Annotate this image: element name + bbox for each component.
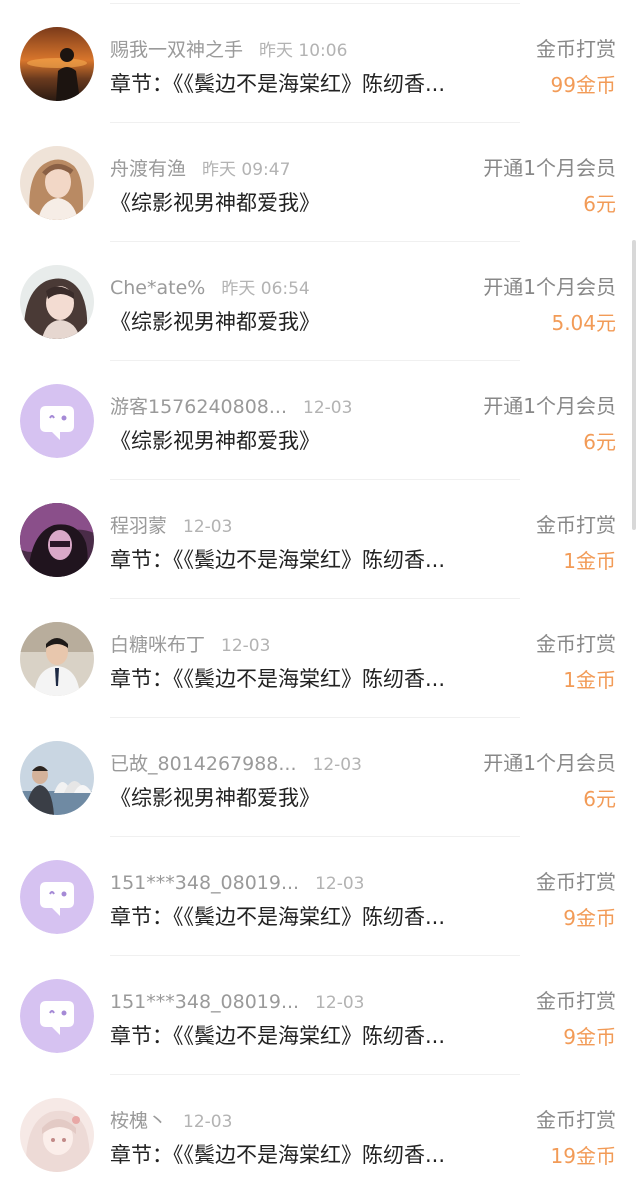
name-line: 151***348_08019... 12-03 <box>110 869 470 897</box>
timestamp: 12-03 <box>312 755 362 775</box>
timestamp: 12-03 <box>221 636 271 656</box>
list-item[interactable]: 游客1576240808... 12-03 《综影视男神都爱我》 开通1个月会员 … <box>0 361 640 480</box>
name-line: Che*ate% 昨天 06:54 <box>110 274 470 302</box>
reward-type: 金币打赏 <box>536 513 616 537</box>
reward-amount: 9金币 <box>563 1025 616 1049</box>
user-name[interactable]: 赐我一双神之手 <box>110 39 243 61</box>
timestamp: 昨天 10:06 <box>259 41 348 61</box>
item-content: 章节：《《鬓边不是海棠红》陈纫香... <box>110 72 446 96</box>
avatar[interactable] <box>20 503 94 577</box>
name-line: 桉槐丶 12-03 <box>110 1107 470 1135</box>
user-name[interactable]: 舟渡有渔 <box>110 158 186 180</box>
default-avatar[interactable] <box>20 979 94 1053</box>
user-name[interactable]: 程羽蒙 <box>110 515 167 537</box>
default-avatar[interactable] <box>20 384 94 458</box>
item-content: 《综影视男神都爱我》 <box>110 429 320 453</box>
user-name[interactable]: 已故_8014267988... <box>110 753 297 775</box>
reward-amount: 1金币 <box>563 668 616 692</box>
reward-type: 金币打赏 <box>536 989 616 1013</box>
reward-type: 金币打赏 <box>536 37 616 61</box>
reward-amount: 9金币 <box>563 906 616 930</box>
timestamp: 12-03 <box>315 874 365 894</box>
avatar[interactable] <box>20 1098 94 1172</box>
reward-amount: 6元 <box>583 430 616 454</box>
timestamp: 12-03 <box>303 398 353 418</box>
avatar[interactable] <box>20 265 94 339</box>
reward-amount: 6元 <box>583 787 616 811</box>
user-name[interactable]: Che*ate% <box>110 277 205 299</box>
user-name[interactable]: 桉槐丶 <box>110 1110 167 1132</box>
timestamp: 昨天 06:54 <box>221 279 310 299</box>
timestamp: 12-03 <box>183 517 233 537</box>
name-line: 151***348_08019... 12-03 <box>110 988 470 1016</box>
list-item[interactable]: 赐我一双神之手 昨天 10:06 章节：《《鬓边不是海棠红》陈纫香... 金币打赏… <box>0 4 640 123</box>
item-content: 《综影视男神都爱我》 <box>110 786 320 810</box>
item-content: 《综影视男神都爱我》 <box>110 191 320 215</box>
name-line: 程羽蒙 12-03 <box>110 512 470 540</box>
reward-type: 开通1个月会员 <box>483 394 616 418</box>
default-avatar[interactable] <box>20 860 94 934</box>
avatar[interactable] <box>20 741 94 815</box>
reward-amount: 1金币 <box>563 549 616 573</box>
name-line: 白糖咪布丁 12-03 <box>110 631 470 659</box>
list-item[interactable]: 已故_8014267988... 12-03 《综影视男神都爱我》 开通1个月会员… <box>0 718 640 837</box>
reward-amount: 6元 <box>583 192 616 216</box>
item-content: 章节：《《鬓边不是海棠红》陈纫香... <box>110 1143 446 1167</box>
list-item[interactable]: 程羽蒙 12-03 章节：《《鬓边不是海棠红》陈纫香... 金币打赏 1金币 <box>0 480 640 599</box>
item-content: 章节：《《鬓边不是海棠红》陈纫香... <box>110 548 446 572</box>
reward-type: 开通1个月会员 <box>483 156 616 180</box>
list-item[interactable]: 舟渡有渔 昨天 09:47 《综影视男神都爱我》 开通1个月会员 6元 <box>0 123 640 242</box>
avatar[interactable] <box>20 146 94 220</box>
reward-type: 开通1个月会员 <box>483 751 616 775</box>
list-item[interactable]: 151***348_08019... 12-03 章节：《《鬓边不是海棠红》陈纫香… <box>0 837 640 956</box>
item-content: 章节：《《鬓边不是海棠红》陈纫香... <box>110 667 446 691</box>
name-line: 舟渡有渔 昨天 09:47 <box>110 155 470 183</box>
item-content: 《综影视男神都爱我》 <box>110 310 320 334</box>
timestamp: 12-03 <box>183 1112 233 1132</box>
user-name[interactable]: 游客1576240808... <box>110 396 287 418</box>
reward-amount: 19金币 <box>550 1144 616 1168</box>
timestamp: 12-03 <box>315 993 365 1013</box>
user-name[interactable]: 151***348_08019... <box>110 872 299 894</box>
list-item[interactable]: 白糖咪布丁 12-03 章节：《《鬓边不是海棠红》陈纫香... 金币打赏 1金币 <box>0 599 640 718</box>
scrollbar[interactable] <box>632 240 636 530</box>
user-name[interactable]: 151***348_08019... <box>110 991 299 1013</box>
avatar[interactable] <box>20 27 94 101</box>
name-line: 赐我一双神之手 昨天 10:06 <box>110 36 470 64</box>
reward-amount: 99金币 <box>550 73 616 97</box>
reward-list: 赐我一双神之手 昨天 10:06 章节：《《鬓边不是海棠红》陈纫香... 金币打赏… <box>0 0 640 1187</box>
avatar[interactable] <box>20 622 94 696</box>
reward-type: 金币打赏 <box>536 632 616 656</box>
reward-amount: 5.04元 <box>551 311 616 335</box>
item-content: 章节：《《鬓边不是海棠红》陈纫香... <box>110 905 446 929</box>
user-name[interactable]: 白糖咪布丁 <box>110 634 205 656</box>
name-line: 游客1576240808... 12-03 <box>110 393 470 421</box>
list-item[interactable]: 151***348_08019... 12-03 章节：《《鬓边不是海棠红》陈纫香… <box>0 956 640 1075</box>
reward-type: 金币打赏 <box>536 1108 616 1132</box>
timestamp: 昨天 09:47 <box>202 160 291 180</box>
list-item[interactable]: Che*ate% 昨天 06:54 《综影视男神都爱我》 开通1个月会员 5.04… <box>0 242 640 361</box>
list-item[interactable]: 桉槐丶 12-03 章节：《《鬓边不是海棠红》陈纫香... 金币打赏 19金币 <box>0 1075 640 1187</box>
reward-type: 开通1个月会员 <box>483 275 616 299</box>
item-content: 章节：《《鬓边不是海棠红》陈纫香... <box>110 1024 446 1048</box>
name-line: 已故_8014267988... 12-03 <box>110 750 470 778</box>
reward-type: 金币打赏 <box>536 870 616 894</box>
